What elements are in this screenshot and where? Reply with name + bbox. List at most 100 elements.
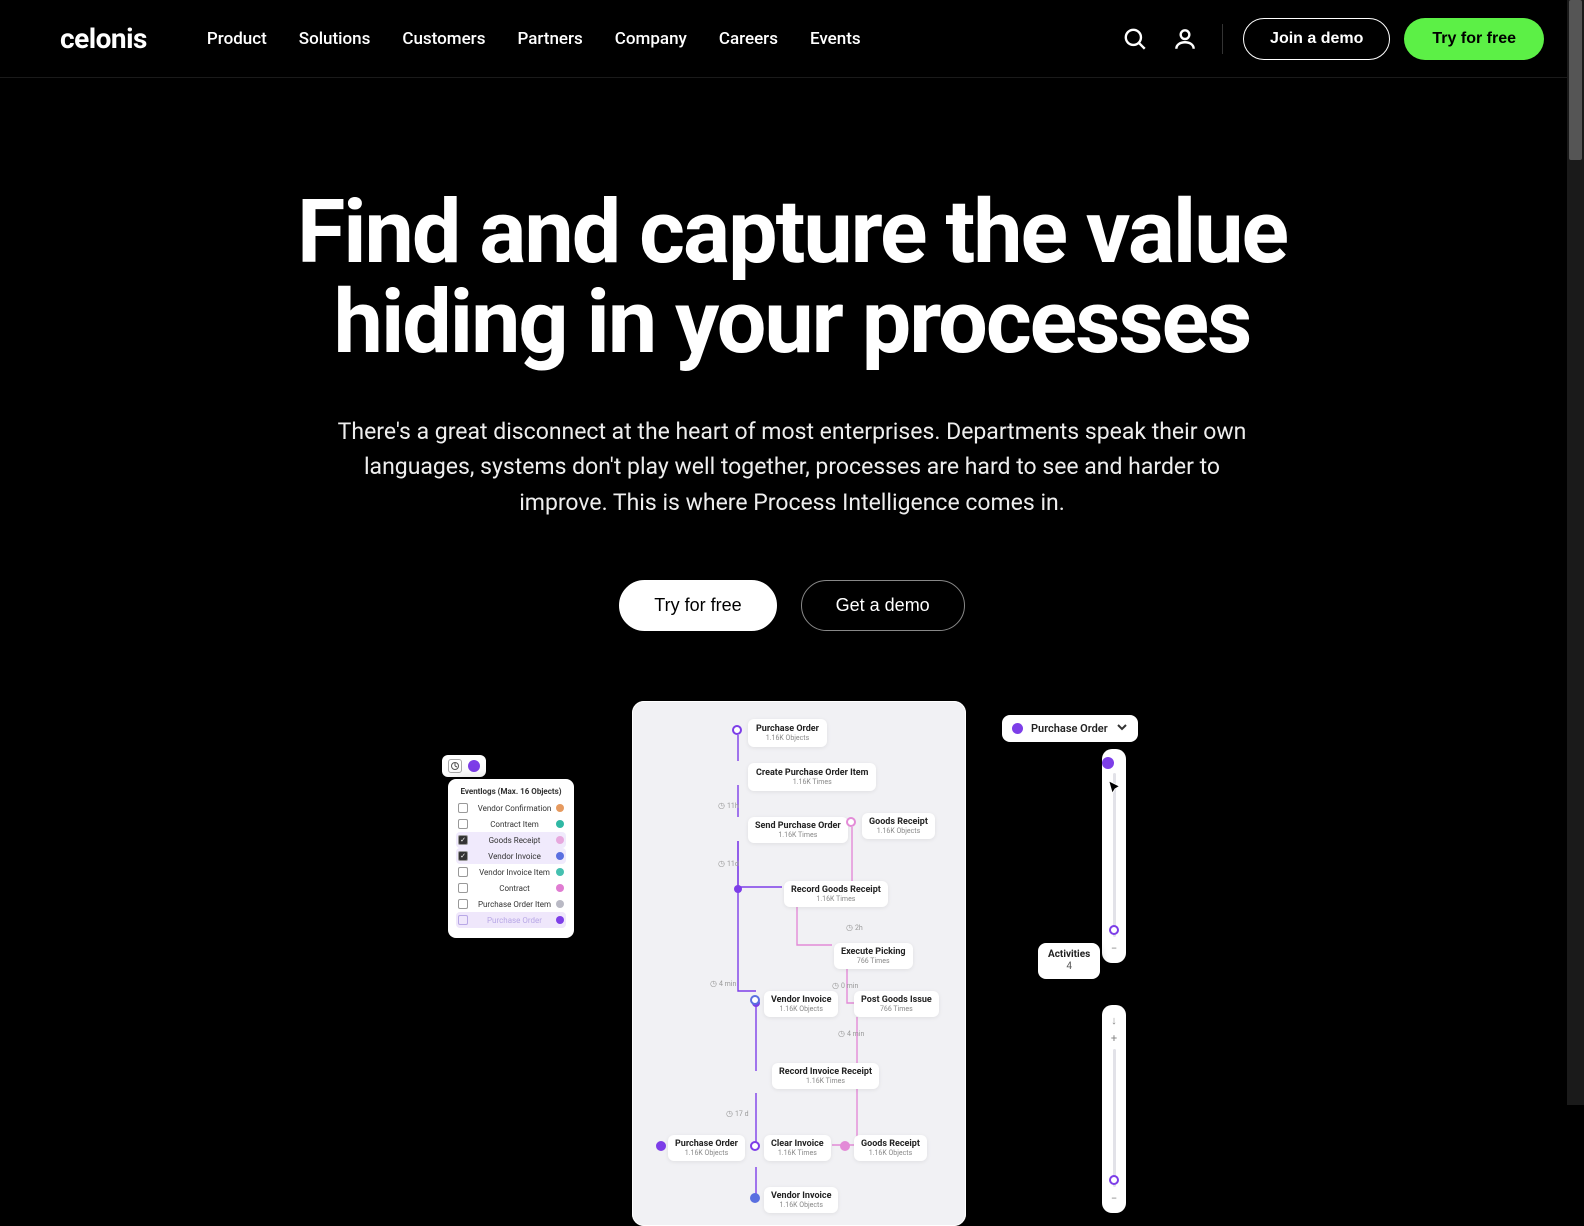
- eventlog-label: Purchase Order: [473, 916, 556, 925]
- product-mockup: Eventlogs (Max. 16 Objects) Vendor Confi…: [442, 697, 1142, 1177]
- eventlog-row[interactable]: Purchase Order: [456, 912, 566, 928]
- end-node-icon: [656, 1141, 666, 1151]
- flow-node[interactable]: Record Invoice Receipt 1.16K Times: [772, 1063, 879, 1089]
- flow-node[interactable]: Post Goods Issue 766 Times: [854, 991, 939, 1017]
- node-title: Record Invoice Receipt: [779, 1067, 872, 1077]
- search-icon[interactable]: [1122, 26, 1148, 52]
- flow-node[interactable]: Create Purchase Order Item 1.16K Times: [748, 763, 876, 791]
- filter-icon[interactable]: [448, 759, 462, 773]
- object-type-dropdown[interactable]: Purchase Order: [1002, 715, 1138, 742]
- node-title: Purchase Order: [756, 724, 819, 734]
- node-title: Vendor Invoice: [771, 1191, 831, 1201]
- account-icon[interactable]: [1172, 26, 1198, 52]
- slider-plus-icon[interactable]: +: [1107, 1031, 1121, 1045]
- eventlogs-panel: Eventlogs (Max. 16 Objects) Vendor Confi…: [448, 779, 574, 938]
- color-dot: [556, 852, 564, 860]
- node-sub: 1.16K Objects: [869, 827, 928, 835]
- start-node-icon: [732, 725, 742, 735]
- eventlog-row[interactable]: Purchase Order Item: [456, 896, 566, 912]
- node-sub: 1.16K Objects: [771, 1201, 831, 1209]
- node-sub: 1.16K Times: [771, 1149, 824, 1157]
- nav-product[interactable]: Product: [207, 29, 267, 49]
- top-nav: celonis Product Solutions Customers Part…: [0, 0, 1584, 78]
- page-scrollbar[interactable]: [1567, 0, 1584, 1105]
- eventlog-row[interactable]: Contract: [456, 880, 566, 896]
- flow-node[interactable]: Goods Receipt 1.16K Objects: [862, 813, 935, 839]
- color-dot: [556, 884, 564, 892]
- slider-track[interactable]: [1113, 1049, 1116, 1187]
- edge-duration: 4 min: [710, 979, 736, 988]
- flow-node[interactable]: Send Purchase Order 1.16K Times: [748, 817, 848, 843]
- node-title: Send Purchase Order: [755, 821, 841, 831]
- flow-node[interactable]: Goods Receipt 1.16K Objects: [854, 1135, 927, 1161]
- slider-handle[interactable]: [1109, 1175, 1119, 1185]
- node-title: Clear Invoice: [771, 1139, 824, 1149]
- slider-minus-icon[interactable]: −: [1107, 941, 1121, 955]
- flow-node[interactable]: Vendor Invoice 1.16K Objects: [764, 991, 838, 1017]
- node-title: Purchase Order: [675, 1139, 738, 1149]
- flow-node[interactable]: Execute Picking 766 Times: [834, 943, 913, 969]
- join-demo-button[interactable]: Join a demo: [1243, 18, 1390, 60]
- eventlogs-header: [442, 755, 486, 777]
- node-dot-icon: [750, 1141, 760, 1151]
- node-title: Execute Picking: [841, 947, 906, 957]
- purple-dot-icon: [1012, 723, 1023, 734]
- hero-try-free-button[interactable]: Try for free: [619, 580, 776, 631]
- flow-node[interactable]: Vendor Invoice 1.16K Objects: [764, 1187, 838, 1213]
- eventlog-row[interactable]: Vendor Invoice Item: [456, 864, 566, 880]
- node-sub: 1.16K Objects: [771, 1005, 831, 1013]
- nav-events[interactable]: Events: [810, 29, 861, 49]
- hero-get-demo-button[interactable]: Get a demo: [801, 580, 965, 631]
- activities-value: 4: [1048, 961, 1090, 973]
- end-node-icon: [840, 1141, 850, 1151]
- hero-subhead: There's a great disconnect at the heart …: [327, 414, 1257, 521]
- eventlog-label: Goods Receipt: [473, 836, 556, 845]
- zoom-slider[interactable]: ↓ + −: [1102, 1005, 1126, 1213]
- color-dot: [556, 820, 564, 828]
- slider-minus-icon[interactable]: −: [1107, 1191, 1121, 1205]
- slider-track[interactable]: [1113, 773, 1116, 937]
- eventlog-row[interactable]: Goods Receipt: [456, 832, 566, 848]
- flow-node[interactable]: Purchase Order 1.16K Objects: [668, 1135, 745, 1161]
- color-dot: [556, 804, 564, 812]
- eventlog-row[interactable]: Vendor Confirmation: [456, 800, 566, 816]
- process-flow-panel: Purchase Order 1.16K Objects Create Purc…: [632, 701, 966, 1226]
- hero-ctas: Try for free Get a demo: [0, 580, 1584, 631]
- color-dot: [556, 836, 564, 844]
- object-color-dot: [468, 760, 480, 772]
- eventlogs-title: Eventlogs (Max. 16 Objects): [456, 787, 566, 796]
- hero-headline: Find and capture the value hiding in you…: [267, 188, 1317, 368]
- brand-logo[interactable]: celonis: [60, 22, 147, 55]
- node-title: Goods Receipt: [861, 1139, 920, 1149]
- nav-company[interactable]: Company: [615, 29, 687, 49]
- nav-careers[interactable]: Careers: [719, 29, 778, 49]
- nav-solutions[interactable]: Solutions: [299, 29, 371, 49]
- eventlog-row[interactable]: Vendor Invoice: [456, 848, 566, 864]
- node-sub: 1.16K Times: [756, 778, 868, 786]
- nav-customers[interactable]: Customers: [402, 29, 485, 49]
- flow-node[interactable]: Clear Invoice 1.16K Times: [764, 1135, 831, 1161]
- nav-partners[interactable]: Partners: [517, 29, 582, 49]
- scrollbar-thumb[interactable]: [1569, 0, 1582, 160]
- flow-node[interactable]: Purchase Order 1.16K Objects: [748, 719, 827, 747]
- node-sub: 1.16K Objects: [756, 734, 819, 742]
- flow-node[interactable]: Record Goods Receipt 1.16K Times: [784, 881, 888, 907]
- slider-handle[interactable]: [1109, 925, 1119, 935]
- end-node-icon: [750, 1193, 760, 1203]
- try-free-button[interactable]: Try for free: [1404, 18, 1544, 60]
- arrow-down-icon[interactable]: ↓: [1107, 1013, 1121, 1027]
- node-sub: 1.16K Times: [779, 1077, 872, 1085]
- color-dot: [556, 916, 564, 924]
- node-title: Vendor Invoice: [771, 995, 831, 1005]
- eventlog-label: Vendor Invoice Item: [473, 868, 556, 877]
- eventlog-row[interactable]: Contract Item: [456, 816, 566, 832]
- node-sub: 766 Times: [861, 1005, 932, 1013]
- node-title: Record Goods Receipt: [791, 885, 881, 895]
- nav-links: Product Solutions Customers Partners Com…: [207, 29, 861, 49]
- start-node-icon: [750, 995, 760, 1005]
- node-title: Create Purchase Order Item: [756, 768, 868, 778]
- node-sub: 1.16K Objects: [675, 1149, 738, 1157]
- eventlog-label: Purchase Order Item: [473, 900, 556, 909]
- node-sub: 1.16K Objects: [861, 1149, 920, 1157]
- eventlog-label: Contract Item: [473, 820, 556, 829]
